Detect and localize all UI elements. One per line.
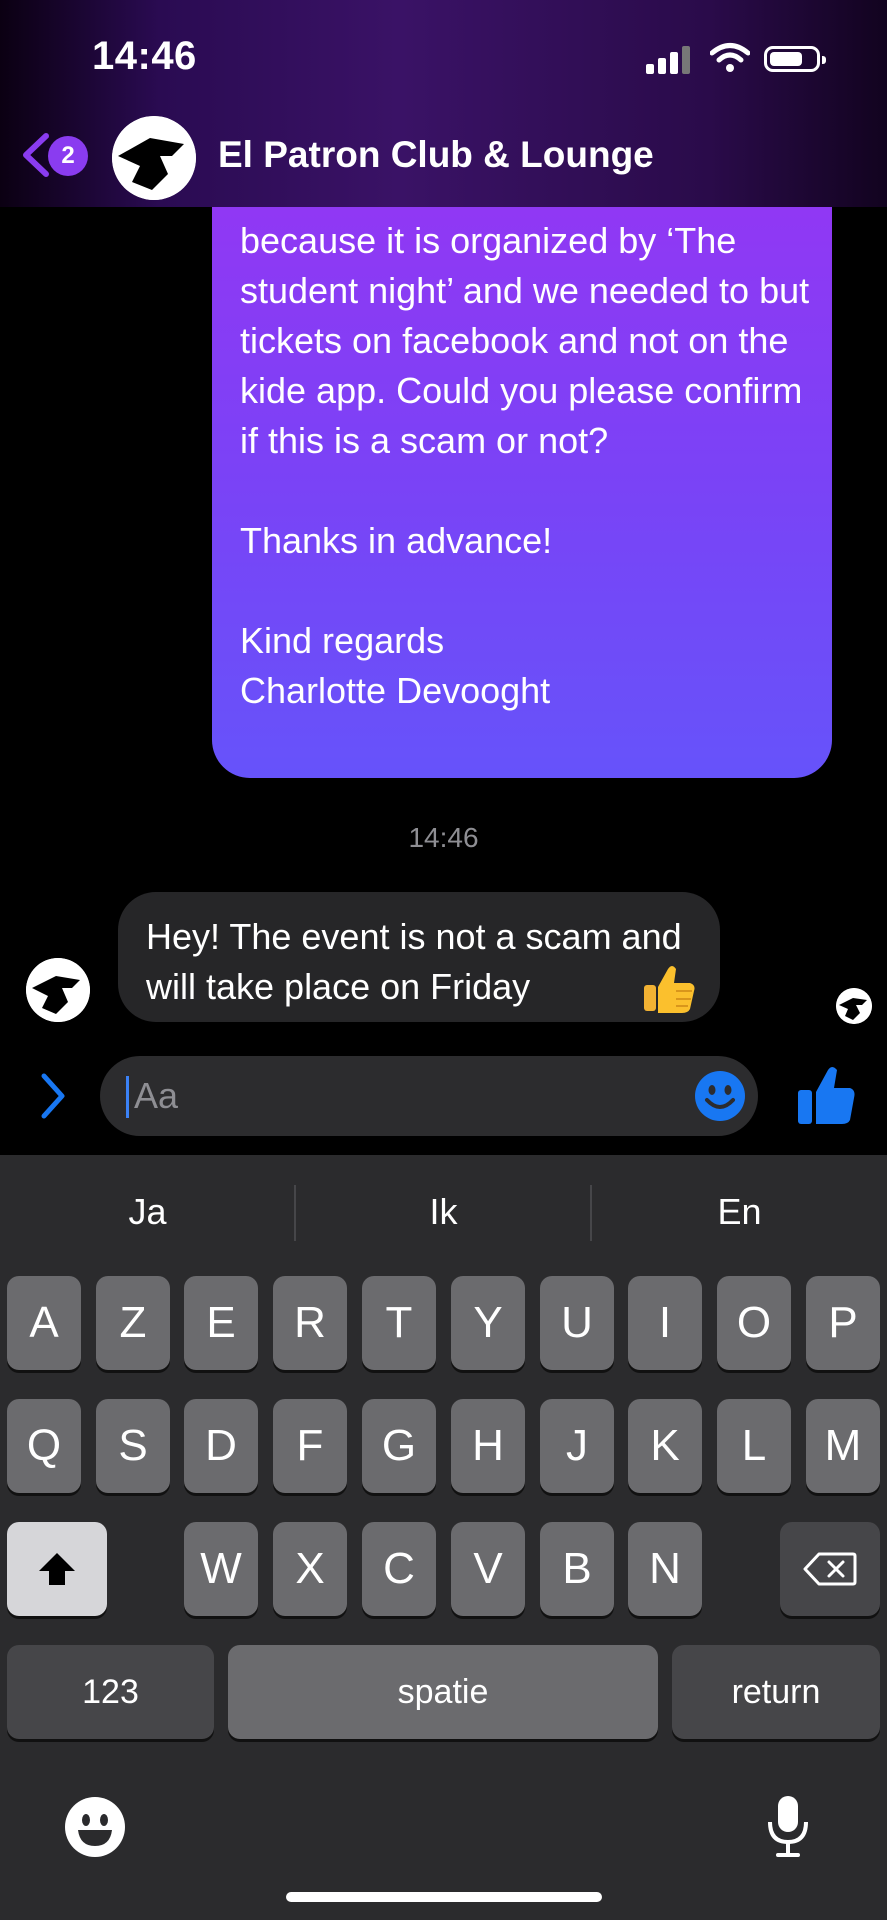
home-indicator[interactable] [286, 1892, 602, 1902]
key[interactable]: L [717, 1399, 791, 1493]
key[interactable]: G [362, 1399, 436, 1493]
key[interactable]: W [184, 1522, 258, 1616]
seen-indicator-avatar [836, 988, 872, 1024]
contact-avatar[interactable] [112, 116, 196, 200]
conversation-title[interactable]: El Patron Club & Lounge [218, 134, 654, 176]
key[interactable]: E [184, 1276, 258, 1370]
message-input-placeholder: Aa [134, 1075, 179, 1116]
key[interactable]: T [362, 1276, 436, 1370]
expand-chevron-icon[interactable] [38, 1072, 66, 1120]
emoji-keyboard-icon[interactable] [64, 1796, 126, 1858]
key[interactable]: Z [96, 1276, 170, 1370]
message-timestamp: 14:46 [408, 822, 479, 853]
return-key[interactable]: return [672, 1645, 880, 1739]
suggestion-1[interactable]: Ja [0, 1191, 295, 1233]
key[interactable]: A [7, 1276, 81, 1370]
thumbs-up-icon[interactable] [796, 1064, 856, 1126]
key[interactable]: H [451, 1399, 525, 1493]
key[interactable]: Y [451, 1276, 525, 1370]
thumbs-up-emoji-icon [644, 966, 695, 1013]
numbers-key[interactable]: 123 [7, 1645, 214, 1739]
key[interactable]: C [362, 1522, 436, 1616]
sender-avatar[interactable] [26, 958, 90, 1022]
key[interactable]: V [451, 1522, 525, 1616]
suggestion-2[interactable]: Ik [296, 1191, 591, 1233]
key[interactable]: Q [7, 1399, 81, 1493]
battery-icon [764, 46, 826, 72]
incoming-message-text: Hey! The event is not a scam and will ta… [146, 916, 682, 1007]
unread-count-badge[interactable]: 2 [48, 136, 88, 176]
key[interactable]: D [184, 1399, 258, 1493]
header-bar: 14:46 2 El Patron Club & Lounge [0, 0, 887, 207]
key[interactable]: J [540, 1399, 614, 1493]
key[interactable]: F [273, 1399, 347, 1493]
key[interactable]: U [540, 1276, 614, 1370]
back-chevron-icon[interactable] [18, 132, 52, 178]
key[interactable]: R [273, 1276, 347, 1370]
delete-icon [803, 1552, 857, 1586]
text-caret [126, 1076, 129, 1118]
microphone-icon[interactable] [766, 1794, 810, 1858]
key[interactable]: B [540, 1522, 614, 1616]
key[interactable]: S [96, 1399, 170, 1493]
space-key[interactable]: spatie [228, 1645, 658, 1739]
message-input[interactable]: Aa [100, 1056, 758, 1136]
key[interactable]: K [628, 1399, 702, 1493]
key[interactable]: O [717, 1276, 791, 1370]
status-time: 14:46 [92, 34, 197, 78]
signal-icon [646, 46, 692, 74]
wifi-icon [710, 43, 750, 72]
shift-icon [39, 1553, 75, 1585]
emoji-icon[interactable] [694, 1070, 746, 1122]
key[interactable]: N [628, 1522, 702, 1616]
key[interactable]: X [273, 1522, 347, 1616]
keyboard: Ja Ik En A Z E R T Y U I O P Q S D F G H… [0, 1155, 887, 1920]
delete-key[interactable] [780, 1522, 880, 1616]
incoming-message-bubble[interactable]: Hey! The event is not a scam and will ta… [118, 892, 720, 1022]
key[interactable]: I [628, 1276, 702, 1370]
key[interactable]: P [806, 1276, 880, 1370]
shift-key[interactable] [7, 1522, 107, 1616]
suggestion-3[interactable]: En [592, 1191, 887, 1233]
outgoing-message-bubble[interactable]: because it is organized by ‘The student … [212, 160, 832, 778]
outgoing-message-text: because it is organized by ‘The student … [240, 220, 810, 711]
key[interactable]: M [806, 1399, 880, 1493]
